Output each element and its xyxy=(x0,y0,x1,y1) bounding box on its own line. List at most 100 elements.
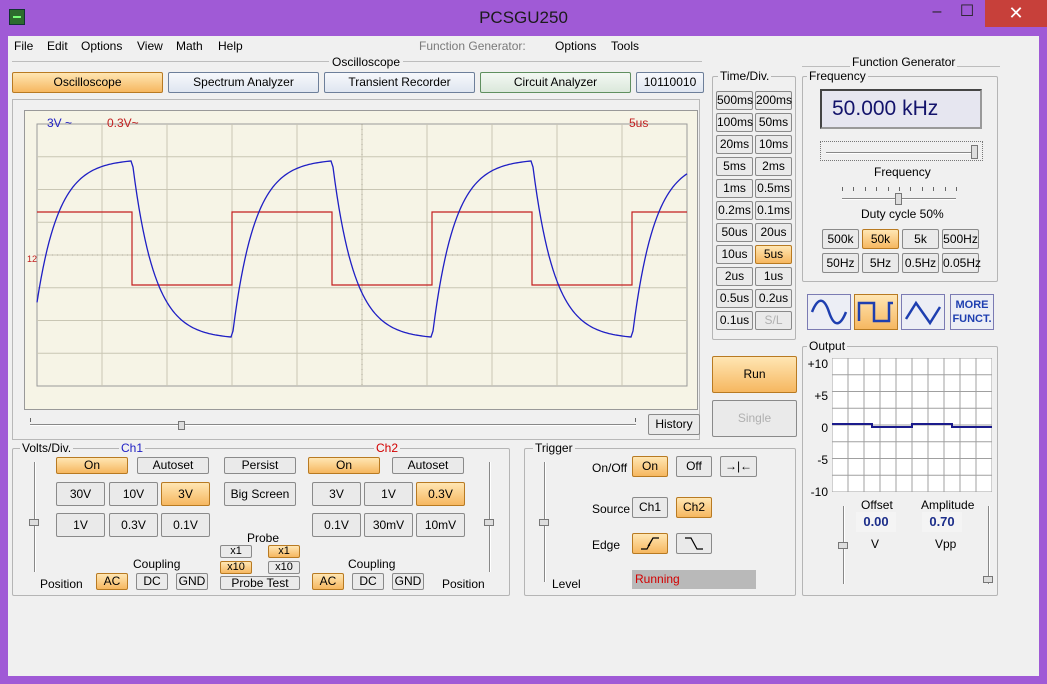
run-button[interactable]: Run xyxy=(712,356,797,393)
ch1-10v-button[interactable]: 10V xyxy=(109,482,158,506)
menu-help[interactable]: Help xyxy=(218,39,243,53)
ch2-position-thumb[interactable] xyxy=(484,519,494,526)
range-button-500k[interactable]: 500k xyxy=(822,229,859,249)
range-button-50k[interactable]: 50k xyxy=(862,229,899,249)
ch1-coupling-dc[interactable]: DC xyxy=(136,573,168,590)
scope-screen[interactable]: 3V ~ 0.3V~ 5us 12 xyxy=(24,110,698,410)
history-button[interactable]: History xyxy=(648,414,700,435)
tab-transient-recorder[interactable]: Transient Recorder xyxy=(324,72,475,93)
timediv-button-1us[interactable]: 1us xyxy=(755,267,792,286)
timediv-button-2us[interactable]: 2us xyxy=(716,267,753,286)
amplitude-value[interactable]: 0.70 xyxy=(922,512,962,532)
ch2-position-track[interactable] xyxy=(489,462,491,572)
ch2-on-button[interactable]: On xyxy=(308,457,380,474)
ch1-0.3v-button[interactable]: 0.3V xyxy=(109,513,158,537)
horizontal-position-thumb[interactable] xyxy=(178,421,185,430)
menu-math[interactable]: Math xyxy=(176,39,203,53)
tab-spectrum-analyzer[interactable]: Spectrum Analyzer xyxy=(168,72,319,93)
menu-file[interactable]: File xyxy=(14,39,33,53)
timediv-button-0.5ms[interactable]: 0.5ms xyxy=(755,179,792,198)
amplitude-slider-track[interactable] xyxy=(988,506,990,584)
timediv-button-0.2ms[interactable]: 0.2ms xyxy=(716,201,753,220)
ch1-position-thumb[interactable] xyxy=(29,519,39,526)
range-button-50hz[interactable]: 50Hz xyxy=(822,253,859,273)
more-functions-button[interactable]: MORE FUNCT. xyxy=(950,294,994,330)
timediv-button-5us[interactable]: 5us xyxy=(755,245,792,264)
timediv-button-20ms[interactable]: 20ms xyxy=(716,135,753,154)
ch2-coupling-ac[interactable]: AC xyxy=(312,573,344,590)
timediv-button-10us[interactable]: 10us xyxy=(716,245,753,264)
menu-fg-tools[interactable]: Tools xyxy=(611,39,639,53)
maximize-button[interactable]: ☐ xyxy=(952,0,982,26)
ch2-probe-x10[interactable]: x10 xyxy=(268,561,300,574)
timediv-button-5ms[interactable]: 5ms xyxy=(716,157,753,176)
range-button-0.05hz[interactable]: 0.05Hz xyxy=(942,253,981,273)
ch1-30v-button[interactable]: 30V xyxy=(56,482,105,506)
ch1-0.1v-button[interactable]: 0.1V xyxy=(161,513,210,537)
minimize-button[interactable]: – xyxy=(922,0,952,26)
timediv-button-200ms[interactable]: 200ms xyxy=(755,91,792,110)
ch2-10mv-button[interactable]: 10mV xyxy=(416,513,465,537)
timediv-button-50us[interactable]: 50us xyxy=(716,223,753,242)
timediv-button-0.5us[interactable]: 0.5us xyxy=(716,289,753,308)
timediv-button-20us[interactable]: 20us xyxy=(755,223,792,242)
ch1-position-track[interactable] xyxy=(34,462,36,572)
ch1-probe-x10[interactable]: x10 xyxy=(220,561,252,574)
ch1-coupling-ac[interactable]: AC xyxy=(96,573,128,590)
range-button-5hz[interactable]: 5Hz xyxy=(862,253,899,273)
offset-slider-thumb[interactable] xyxy=(838,542,848,549)
ch2-coupling-dc[interactable]: DC xyxy=(352,573,384,590)
persist-button[interactable]: Persist xyxy=(224,457,296,474)
menu-view[interactable]: View xyxy=(137,39,163,53)
trigger-rising-edge-button[interactable] xyxy=(632,533,668,554)
ch2-autoset-button[interactable]: Autoset xyxy=(392,457,464,474)
timediv-button-0.1us[interactable]: 0.1us xyxy=(716,311,753,330)
timediv-button-2ms[interactable]: 2ms xyxy=(755,157,792,176)
tab-circuit-analyzer[interactable]: Circuit Analyzer xyxy=(480,72,631,93)
ch2-coupling-gnd[interactable]: GND xyxy=(392,573,424,590)
sine-wave-button[interactable] xyxy=(807,294,851,330)
ch1-1v-button[interactable]: 1V xyxy=(56,513,105,537)
timediv-button-50ms[interactable]: 50ms xyxy=(755,113,792,132)
range-button-0.5hz[interactable]: 0.5Hz xyxy=(902,253,939,273)
horizontal-position-track[interactable] xyxy=(30,424,636,426)
menu-fg-options[interactable]: Options xyxy=(555,39,596,53)
trigger-level-thumb[interactable] xyxy=(539,519,549,526)
ch1-3v-button[interactable]: 3V xyxy=(161,482,210,506)
ch2-0.1v-button[interactable]: 0.1V xyxy=(312,513,361,537)
menu-options[interactable]: Options xyxy=(81,39,122,53)
timediv-button-0.1ms[interactable]: 0.1ms xyxy=(755,201,792,220)
range-button-5k[interactable]: 5k xyxy=(902,229,939,249)
trigger-source-ch2[interactable]: Ch2 xyxy=(676,497,712,518)
ch1-autoset-button[interactable]: Autoset xyxy=(137,457,209,474)
duty-slider-thumb[interactable] xyxy=(895,193,902,205)
tab-oscilloscope[interactable]: Oscilloscope xyxy=(12,72,163,93)
trigger-off-button[interactable]: Off xyxy=(676,456,712,477)
trigger-center-button[interactable]: →|← xyxy=(720,456,757,477)
timediv-button-s-l[interactable]: S/L xyxy=(755,311,792,330)
amplitude-slider-thumb[interactable] xyxy=(983,576,993,583)
trigger-source-ch1[interactable]: Ch1 xyxy=(632,497,668,518)
trigger-falling-edge-button[interactable] xyxy=(676,533,712,554)
ch1-on-button[interactable]: On xyxy=(56,457,128,474)
ch2-0.3v-button[interactable]: 0.3V xyxy=(416,482,465,506)
range-button-500hz[interactable]: 500Hz xyxy=(942,229,979,249)
ch2-probe-x1[interactable]: x1 xyxy=(268,545,300,558)
ch1-coupling-gnd[interactable]: GND xyxy=(176,573,208,590)
offset-value[interactable]: 0.00 xyxy=(856,512,896,532)
timediv-button-500ms[interactable]: 500ms xyxy=(716,91,753,110)
timediv-button-100ms[interactable]: 100ms xyxy=(716,113,753,132)
square-wave-button[interactable] xyxy=(854,294,898,330)
ch2-3v-button[interactable]: 3V xyxy=(312,482,361,506)
single-button[interactable]: Single xyxy=(712,400,797,437)
menu-edit[interactable]: Edit xyxy=(47,39,68,53)
timediv-button-10ms[interactable]: 10ms xyxy=(755,135,792,154)
big-screen-button[interactable]: Big Screen xyxy=(224,482,296,506)
probe-test-button[interactable]: Probe Test xyxy=(220,576,300,590)
close-button[interactable]: ✕ xyxy=(985,0,1047,27)
timediv-button-0.2us[interactable]: 0.2us xyxy=(755,289,792,308)
ch2-1v-button[interactable]: 1V xyxy=(364,482,413,506)
tab-logic-analyzer[interactable]: 10110010 xyxy=(636,72,704,93)
frequency-slider-thumb[interactable] xyxy=(971,145,978,159)
trigger-on-button[interactable]: On xyxy=(632,456,668,477)
